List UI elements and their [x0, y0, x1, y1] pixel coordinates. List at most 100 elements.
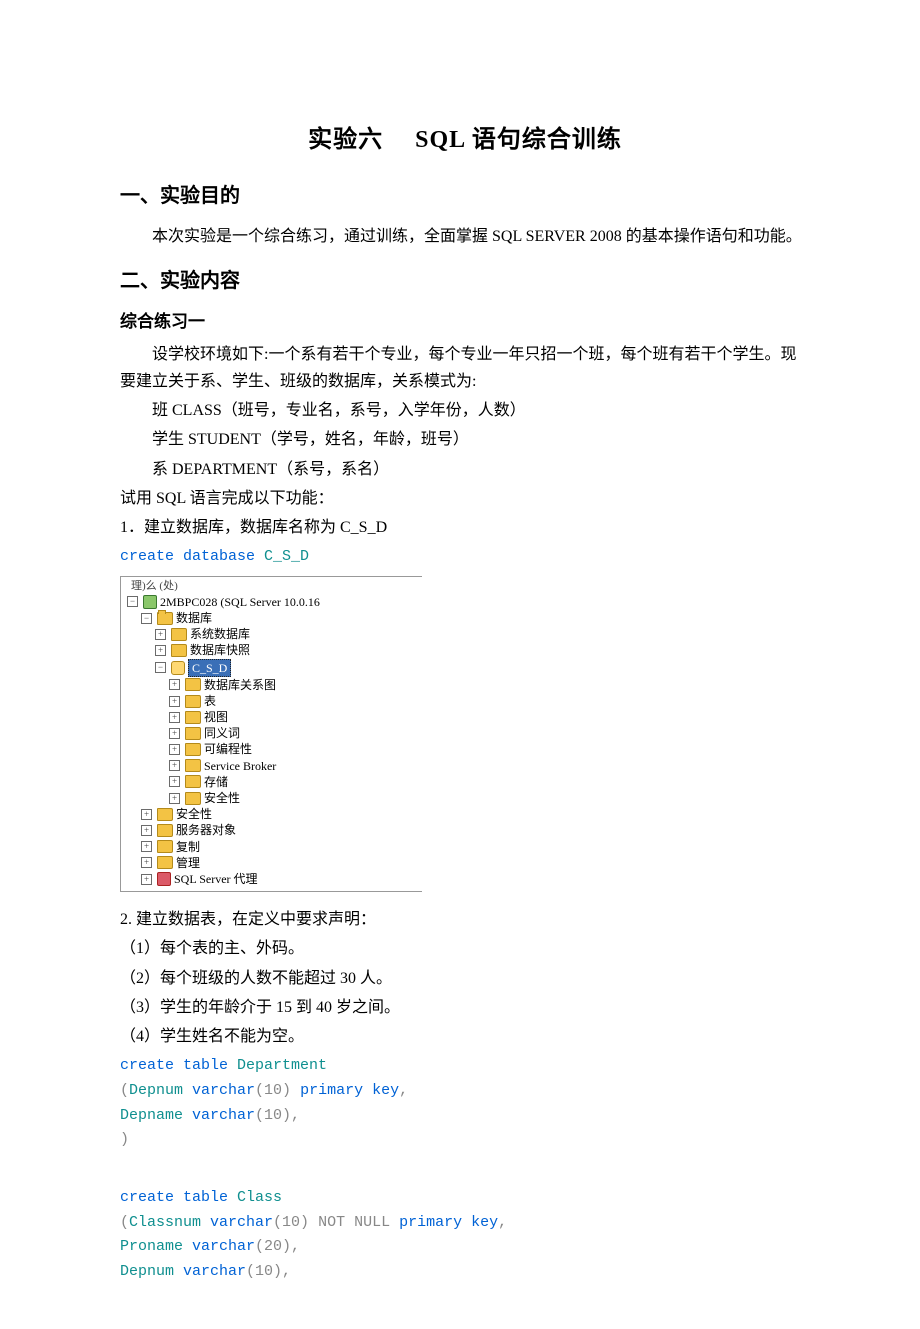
folder-icon — [185, 775, 201, 788]
code-identifier: Department — [228, 1057, 327, 1074]
code-paren: ( — [120, 1082, 129, 1099]
tree-service-broker-node[interactable]: + Service Broker — [127, 758, 422, 774]
tree-label: 复制 — [176, 839, 200, 855]
sql-code-create-db: create database C_S_D — [120, 545, 810, 570]
sql-code-class: create table Class (Classnum varchar(10)… — [120, 1186, 810, 1285]
code-nn: NOT NULL — [318, 1214, 399, 1231]
expand-icon[interactable]: + — [169, 679, 180, 690]
tree-storage-node[interactable]: + 存储 — [127, 774, 422, 790]
tree-diagram-node[interactable]: + 数据库关系图 — [127, 677, 422, 693]
code-paren: ( — [120, 1214, 129, 1231]
folder-icon — [157, 824, 173, 837]
tree-label: 数据库 — [176, 610, 212, 626]
folder-icon — [185, 727, 201, 740]
database-icon — [171, 661, 185, 675]
expand-icon[interactable]: + — [141, 841, 152, 852]
folder-icon — [157, 840, 173, 853]
tree-label: 数据库关系图 — [204, 677, 276, 693]
collapse-icon[interactable]: − — [127, 596, 138, 607]
schema-student: 学生 STUDENT（学号，姓名，年龄，班号） — [120, 426, 810, 453]
code-column: Depnum — [120, 1263, 183, 1280]
req-2: （2）每个班级的人数不能超过 30 人。 — [120, 965, 810, 992]
tree-server-node[interactable]: − 2MBPC028 (SQL Server 10.0.16 — [127, 594, 422, 610]
object-explorer-tree: 理)么 (处) − 2MBPC028 (SQL Server 10.0.16 −… — [120, 576, 422, 892]
folder-icon — [171, 644, 187, 657]
tree-server-objects-node[interactable]: + 服务器对象 — [127, 822, 422, 838]
tree-label: 视图 — [204, 709, 228, 725]
tree-csd-node[interactable]: − C_S_D — [127, 659, 422, 677]
expand-icon[interactable]: + — [155, 629, 166, 640]
tree-snapshot-node[interactable]: + 数据库快照 — [127, 642, 422, 658]
tree-synonym-node[interactable]: + 同义词 — [127, 725, 422, 741]
req-3: （3）学生的年龄介于 15 到 40 岁之间。 — [120, 994, 810, 1021]
code-type: varchar — [192, 1082, 255, 1099]
tree-security-srv-node[interactable]: + 安全性 — [127, 806, 422, 822]
code-identifier: Class — [228, 1189, 282, 1206]
expand-icon[interactable]: + — [141, 857, 152, 868]
tree-agent-node[interactable]: + SQL Server 代理 — [127, 871, 422, 887]
code-type: varchar — [192, 1107, 255, 1124]
expand-icon[interactable]: + — [169, 712, 180, 723]
expand-icon[interactable]: + — [169, 744, 180, 755]
tree-label: Service Broker — [204, 758, 276, 774]
tree-label: 管理 — [176, 855, 200, 871]
code-keyword: create table — [120, 1189, 228, 1206]
expand-icon[interactable]: + — [169, 696, 180, 707]
expand-icon[interactable]: + — [169, 776, 180, 787]
tree-label: 安全性 — [204, 790, 240, 806]
code-column: Depname — [120, 1107, 192, 1124]
req-4: （4）学生姓名不能为空。 — [120, 1023, 810, 1050]
expand-icon[interactable]: + — [169, 793, 180, 804]
code-identifier: C_S_D — [255, 548, 309, 565]
expand-icon[interactable]: + — [141, 874, 152, 885]
practice-1-heading: 综合练习一 — [120, 308, 810, 337]
toolbar-hint: 理)么 (处) — [127, 579, 422, 594]
tree-tables-node[interactable]: + 表 — [127, 693, 422, 709]
tree-label: 存储 — [204, 774, 228, 790]
folder-icon — [157, 808, 173, 821]
tree-label: 可编程性 — [204, 741, 252, 757]
folder-icon — [157, 612, 173, 625]
tree-sysdb-node[interactable]: + 系统数据库 — [127, 626, 422, 642]
tree-label: 2MBPC028 (SQL Server 10.0.16 — [160, 594, 320, 610]
task-2: 2. 建立数据表，在定义中要求声明： — [120, 906, 810, 933]
code-comma: , — [498, 1214, 507, 1231]
collapse-icon[interactable]: − — [141, 613, 152, 624]
sql-code-dept: create table Department (Depnum varchar(… — [120, 1054, 810, 1153]
tree-replication-node[interactable]: + 复制 — [127, 839, 422, 855]
section-1-paragraph: 本次实验是一个综合练习，通过训练，全面掌握 SQL SERVER 2008 的基… — [120, 223, 810, 250]
code-paren: ) — [120, 1131, 129, 1148]
tree-management-node[interactable]: + 管理 — [127, 855, 422, 871]
folder-icon — [185, 759, 201, 772]
expand-icon[interactable]: + — [169, 728, 180, 739]
code-type: varchar — [210, 1214, 273, 1231]
tree-label-selected: C_S_D — [188, 659, 231, 677]
server-icon — [143, 595, 157, 609]
task-intro: 试用 SQL 语言完成以下功能： — [120, 485, 810, 512]
tree-views-node[interactable]: + 视图 — [127, 709, 422, 725]
folder-icon — [157, 856, 173, 869]
tree-databases-node[interactable]: − 数据库 — [127, 610, 422, 626]
expand-icon[interactable]: + — [169, 760, 180, 771]
task-1: 1．建立数据库，数据库名称为 C_S_D — [120, 514, 810, 541]
req-1: （1）每个表的主、外码。 — [120, 935, 810, 962]
tree-label: 服务器对象 — [176, 822, 236, 838]
tree-label: 表 — [204, 693, 216, 709]
code-column: Depnum — [129, 1082, 192, 1099]
tree-label: 系统数据库 — [190, 626, 250, 642]
tree-label: 数据库快照 — [190, 642, 250, 658]
tree-label: 安全性 — [176, 806, 212, 822]
tree-security-db-node[interactable]: + 安全性 — [127, 790, 422, 806]
code-comma: , — [399, 1082, 408, 1099]
blank-line — [120, 1157, 810, 1182]
tree-label: SQL Server 代理 — [174, 871, 258, 887]
tree-programmability-node[interactable]: + 可编程性 — [127, 741, 422, 757]
folder-icon — [185, 711, 201, 724]
code-args: (10) — [273, 1214, 318, 1231]
collapse-icon[interactable]: − — [155, 662, 166, 673]
expand-icon[interactable]: + — [155, 645, 166, 656]
code-args: (10), — [255, 1107, 300, 1124]
expand-icon[interactable]: + — [141, 825, 152, 836]
expand-icon[interactable]: + — [141, 809, 152, 820]
folder-icon — [185, 792, 201, 805]
